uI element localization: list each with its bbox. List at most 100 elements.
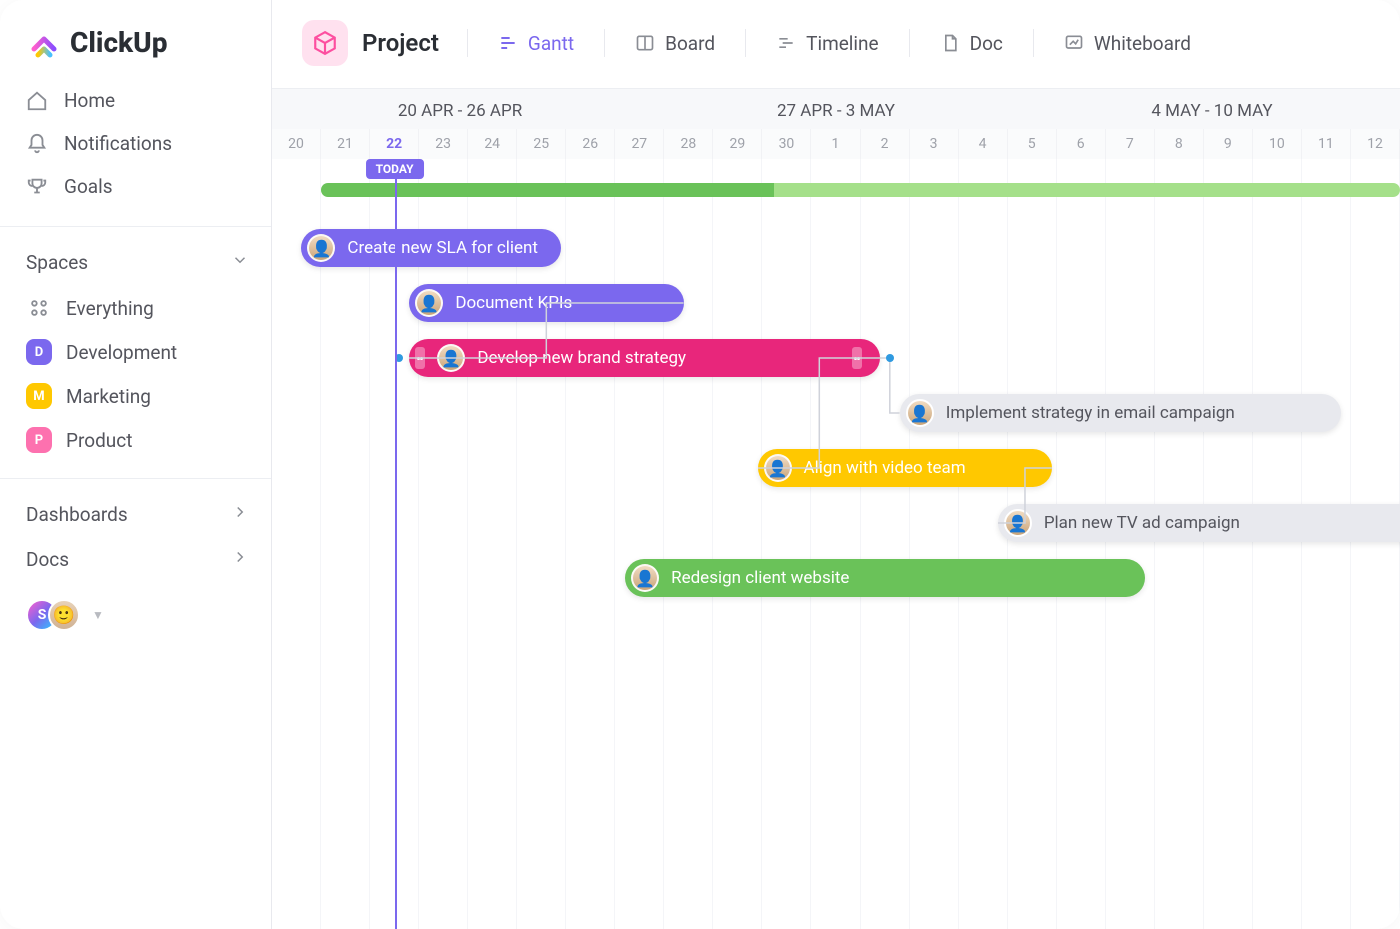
divider <box>0 478 271 479</box>
week-label: 27 APR - 3 MAY <box>648 101 1024 121</box>
week-label: 20 APR - 26 APR <box>272 101 648 121</box>
day-cell[interactable]: 9 <box>1204 129 1253 159</box>
tab-whiteboard-label: Whiteboard <box>1094 32 1191 55</box>
day-cell[interactable]: 28 <box>664 129 713 159</box>
nav-goals-label: Goals <box>64 175 113 198</box>
week-label: 4 MAY - 10 MAY <box>1024 101 1400 121</box>
space-badge-product: P <box>26 427 52 453</box>
grid-column <box>566 159 615 929</box>
day-cell[interactable]: 23 <box>419 129 468 159</box>
day-cell[interactable]: 27 <box>615 129 664 159</box>
day-cell[interactable]: 7 <box>1106 129 1155 159</box>
clickup-logo-icon <box>28 27 60 59</box>
assignee-avatar[interactable]: 👤 <box>631 564 659 592</box>
divider <box>0 226 271 227</box>
spaces-list: Everything D Development M Marketing P P… <box>0 286 271 472</box>
nav-home[interactable]: Home <box>12 79 259 122</box>
dashboards-header[interactable]: Dashboards <box>0 485 271 538</box>
trophy-icon <box>26 176 48 198</box>
task-bar[interactable]: 👤Redesign client website <box>625 559 1145 597</box>
day-cell[interactable]: 26 <box>566 129 615 159</box>
space-badge-development: D <box>26 339 52 365</box>
day-row: 2021222324252627282930123456789101112 <box>272 129 1400 159</box>
task-bar[interactable]: 👤 Create new SLA for client <box>301 229 561 267</box>
overall-progress-bar <box>321 183 1400 197</box>
user-avatar <box>48 599 80 631</box>
day-cell[interactable]: 1 <box>811 129 860 159</box>
grid-column <box>1057 159 1106 929</box>
day-cell[interactable]: 11 <box>1302 129 1351 159</box>
day-cell[interactable]: 5 <box>1008 129 1057 159</box>
grid-column <box>321 159 370 929</box>
day-cell[interactable]: 30 <box>762 129 811 159</box>
gantt-canvas[interactable]: TODAY👤Create new SLA for client👤Document… <box>272 159 1400 929</box>
day-cell[interactable]: 20 <box>272 129 321 159</box>
space-everything[interactable]: Everything <box>12 286 259 330</box>
day-cell[interactable]: 29 <box>713 129 762 159</box>
dashboards-label: Dashboards <box>26 503 128 526</box>
task-label: Create new SLA for client <box>347 238 538 258</box>
sidebar: ClickUp Home Notifications Goals <box>0 0 272 929</box>
grid-column <box>1106 159 1155 929</box>
task-bar[interactable]: 👤Plan new TV ad campaign <box>998 504 1400 542</box>
assignee-avatar[interactable]: 👤 <box>307 234 335 262</box>
tab-board[interactable]: Board <box>633 26 717 61</box>
space-development[interactable]: D Development <box>12 330 259 374</box>
day-cell[interactable]: 6 <box>1057 129 1106 159</box>
space-everything-label: Everything <box>66 297 154 320</box>
grid-column <box>1204 159 1253 929</box>
view-tabbar: Project Gantt Board Timeline Doc <box>272 0 1400 88</box>
tab-doc-label: Doc <box>970 32 1003 55</box>
spaces-label: Spaces <box>26 251 88 274</box>
spaces-header[interactable]: Spaces <box>0 233 271 286</box>
grid-column <box>811 159 860 929</box>
grid-column <box>959 159 1008 929</box>
day-cell[interactable]: 2 <box>861 129 910 159</box>
assignee-avatar[interactable]: 👤 <box>906 399 934 427</box>
week-row: 20 APR - 26 APR 27 APR - 3 MAY 4 MAY - 1… <box>272 89 1400 129</box>
task-bar[interactable]: 👤 Implement strategy in email campaign <box>900 394 1341 432</box>
brand-name: ClickUp <box>70 26 167 59</box>
app-frame: ClickUp Home Notifications Goals <box>0 0 1400 929</box>
space-product[interactable]: P Product <box>12 418 259 462</box>
divider <box>467 29 468 57</box>
grid-column <box>1302 159 1351 929</box>
grid-column <box>272 159 321 929</box>
day-cell[interactable]: 8 <box>1155 129 1204 159</box>
grid-column <box>1155 159 1204 929</box>
docs-header[interactable]: Docs <box>0 538 271 583</box>
divider <box>909 29 910 57</box>
grid-column <box>1351 159 1400 929</box>
day-cell[interactable]: 24 <box>468 129 517 159</box>
brand-logo[interactable]: ClickUp <box>0 0 271 79</box>
timeline-header: 20 APR - 26 APR 27 APR - 3 MAY 4 MAY - 1… <box>272 88 1400 159</box>
day-cell[interactable]: 4 <box>959 129 1008 159</box>
grid-icon <box>26 295 52 321</box>
nav-notifications-label: Notifications <box>64 132 172 155</box>
task-label: Plan new TV ad campaign <box>1044 513 1240 533</box>
project-chip[interactable]: Project <box>302 20 439 66</box>
nav-notifications[interactable]: Notifications <box>12 122 259 165</box>
grid-column <box>1008 159 1057 929</box>
tab-gantt[interactable]: Gantt <box>496 26 576 61</box>
day-cell[interactable]: 25 <box>517 129 566 159</box>
nav-goals[interactable]: Goals <box>12 165 259 208</box>
day-cell[interactable]: 21 <box>321 129 370 159</box>
chevron-right-icon <box>231 548 249 571</box>
tab-whiteboard[interactable]: Whiteboard <box>1062 26 1193 61</box>
day-cell[interactable]: 3 <box>910 129 959 159</box>
user-switcher[interactable]: S ▼ <box>0 583 271 631</box>
tab-doc[interactable]: Doc <box>938 26 1005 61</box>
day-cell[interactable]: 12 <box>1351 129 1400 159</box>
board-icon <box>635 33 655 53</box>
bell-icon <box>26 133 48 155</box>
caret-down-icon: ▼ <box>92 608 104 622</box>
task-label: Implement strategy in email campaign <box>946 403 1235 423</box>
tab-timeline[interactable]: Timeline <box>774 26 881 61</box>
space-marketing[interactable]: M Marketing <box>12 374 259 418</box>
day-cell[interactable]: 10 <box>1253 129 1302 159</box>
timeline-icon <box>776 33 796 53</box>
grid-column <box>517 159 566 929</box>
day-cell[interactable]: 22 <box>370 129 419 159</box>
grid-column <box>861 159 910 929</box>
